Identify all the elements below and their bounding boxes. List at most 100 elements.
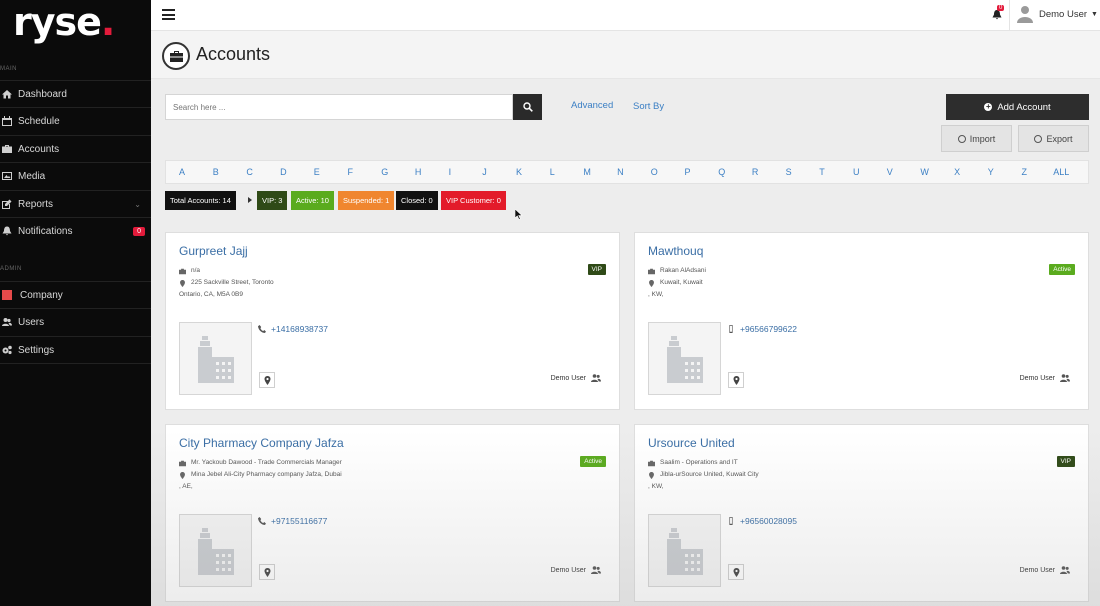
vip-customer-filter-badge[interactable]: VIP Customer: 0 [441,191,506,210]
sort-by-link[interactable]: Sort By [633,101,664,112]
search-button[interactable] [513,94,542,120]
alpha-filter-z[interactable]: Z [1022,167,1028,177]
account-phone-link[interactable]: +96560028095 [727,516,797,526]
sidebar-item-label: Settings [18,344,55,356]
account-phone-link[interactable]: +14168938737 [258,324,328,334]
active-filter-badge[interactable]: Active: 10 [291,191,334,210]
alpha-filter-t[interactable]: T [819,167,825,177]
account-contact: n/a [179,267,200,274]
sidebar-item-users[interactable]: Users [0,308,151,335]
alpha-filter-e[interactable]: E [314,167,320,177]
brand-logo[interactable]: ryse. [13,0,115,44]
add-account-button[interactable]: + Add Account [946,94,1089,120]
mouse-cursor-icon [515,209,523,220]
sidebar-item-settings[interactable]: Settings [0,336,151,363]
account-address-line2: , KW, [648,291,664,298]
image-icon [1,171,12,182]
page-title: Accounts [196,44,271,64]
map-marker-button[interactable] [259,372,275,388]
account-name-link[interactable]: Ursource United [648,436,735,450]
account-name-link[interactable]: City Pharmacy Company Jafza [179,436,344,450]
section-label-admin: ADMIN [0,266,22,272]
sidebar-item-media[interactable]: Media [0,162,151,189]
briefcase-icon [179,460,186,466]
alpha-filter-x[interactable]: X [954,167,960,177]
alpha-filter-y[interactable]: Y [988,167,994,177]
sidebar-item-label: Notifications [18,225,73,237]
chevron-down-icon: ⌄ [134,199,141,209]
closed-filter-badge[interactable]: Closed: 0 [396,191,438,210]
sidebar-item-label: Reports [18,198,54,210]
import-button[interactable]: Import [941,125,1012,152]
alpha-filter-o[interactable]: O [651,167,658,177]
sidebar-item-schedule[interactable]: Schedule [0,107,151,134]
total-accounts-badge[interactable]: Total Accounts: 14 [165,191,236,210]
alpha-filter-b[interactable]: B [213,167,219,177]
export-icon [1034,134,1043,143]
main-content: Advanced Sort By + Add Account Import Ex… [151,79,1100,606]
alpha-filter-m[interactable]: M [583,167,591,177]
advanced-search-link[interactable]: Advanced [571,100,613,111]
bell-icon [1,226,12,237]
map-marker-button[interactable] [728,564,744,580]
vip-filter-badge[interactable]: VIP: 3 [257,191,288,210]
suspended-filter-badge[interactable]: Suspended: 1 [338,191,395,210]
page-header: Accounts [151,31,1100,79]
gears-icon [1,345,12,356]
export-button[interactable]: Export [1018,125,1089,152]
phone-icon [258,517,266,525]
sidebar-item-reports[interactable]: Reports ⌄ [0,190,151,217]
sidebar-item-dashboard[interactable]: Dashboard [0,80,151,107]
account-image-placeholder [179,514,252,587]
alpha-filter-a[interactable]: A [179,167,185,177]
map-marker-button[interactable] [259,564,275,580]
users-icon [1060,374,1070,382]
status-badge: Active [1049,264,1075,275]
users-icon [1,317,12,328]
plus-circle-icon: + [984,102,993,111]
status-badge: VIP [587,264,606,275]
alpha-filter-h[interactable]: H [415,167,422,177]
account-name-link[interactable]: Gurpreet Jajj [179,244,248,258]
alpha-filter-s[interactable]: S [786,167,792,177]
account-address: Mina Jebel Ali-City Pharmacy company Jaf… [179,471,342,479]
alpha-filter-d[interactable]: D [280,167,287,177]
alpha-filter-c[interactable]: C [246,167,253,177]
alpha-filter-f[interactable]: F [348,167,354,177]
sidebar-item-company[interactable]: Company [0,281,151,308]
search-input[interactable] [165,94,513,120]
users-icon [591,374,601,382]
briefcase-icon [648,460,655,466]
alpha-filter-l[interactable]: L [550,167,555,177]
alpha-filter-g[interactable]: G [381,167,388,177]
home-icon [1,89,12,100]
account-phone-link[interactable]: +97155116677 [258,516,327,526]
account-phone-link[interactable]: +96566799622 [727,324,797,334]
alpha-filter-n[interactable]: N [617,167,624,177]
hamburger-menu-icon[interactable] [162,9,175,20]
alpha-filter-v[interactable]: V [887,167,893,177]
map-marker-button[interactable] [728,372,744,388]
sidebar-item-notifications[interactable]: Notifications 0 [0,217,151,244]
edit-icon [1,199,12,210]
briefcase-icon [1,144,12,155]
status-badge: Active [580,456,606,467]
building-icon [197,335,234,383]
alpha-filter-w[interactable]: W [920,167,929,177]
alpha-filter-j[interactable]: J [482,167,487,177]
alpha-filter-r[interactable]: R [752,167,759,177]
alpha-filter-i[interactable]: I [449,167,452,177]
account-address: 225 Sackville Street, Toronto [179,279,274,287]
alpha-filter-p[interactable]: P [685,167,691,177]
user-menu[interactable]: Demo User ▼ [1017,5,1098,23]
alpha-filter-q[interactable]: Q [718,167,725,177]
account-contact: Rakan AlAdsani [648,267,706,274]
account-name-link[interactable]: Mawthouq [648,244,703,258]
mobile-phone-icon [729,325,733,333]
sidebar-item-accounts[interactable]: Accounts [0,135,151,162]
sidebar: ryse. MAIN Dashboard Schedule Accounts M… [0,0,151,606]
account-card: Ursource United Saalim - Operations and … [634,424,1089,602]
alpha-filter-all[interactable]: ALL [1053,167,1069,177]
alpha-filter-k[interactable]: K [516,167,522,177]
alpha-filter-u[interactable]: U [853,167,860,177]
